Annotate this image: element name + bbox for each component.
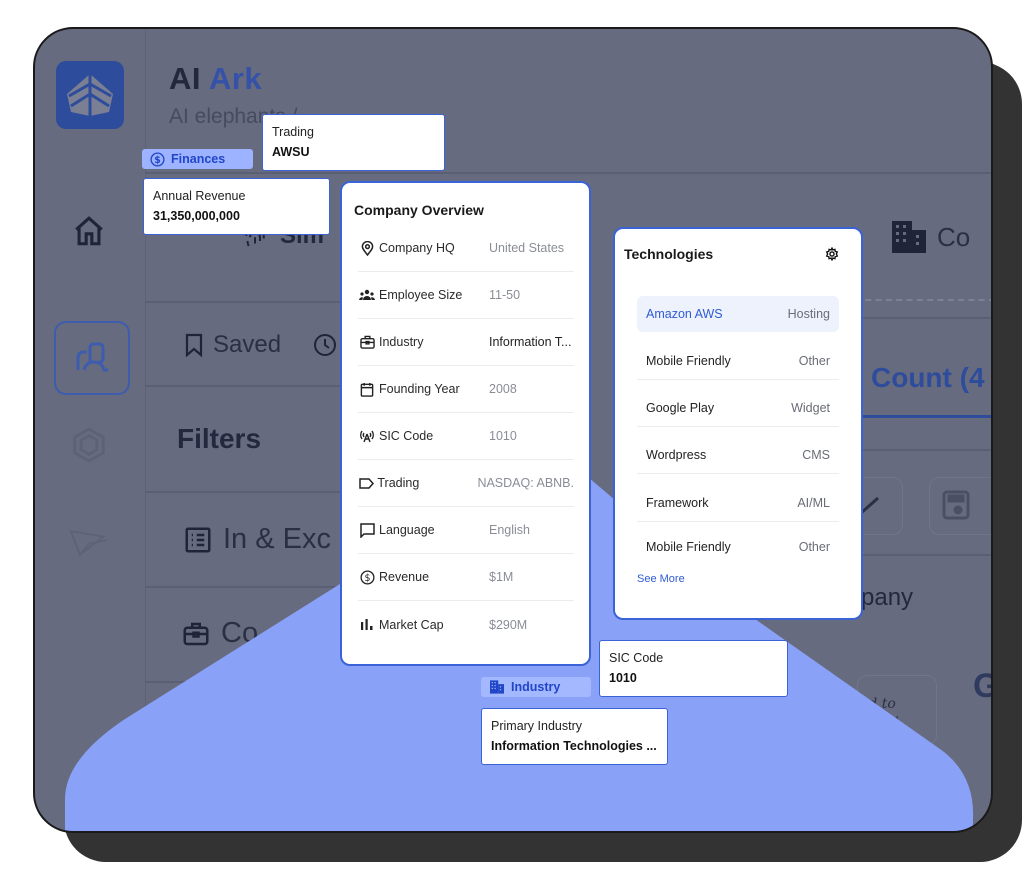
overview-key: SIC Code (379, 429, 434, 443)
tech-category: Other (798, 540, 830, 554)
overview-row-employee-size: Employee Size 11-50 (358, 272, 574, 319)
overview-row-trading: Trading NASDAQ: ABNB. (358, 460, 574, 507)
svg-text:$: $ (154, 154, 161, 165)
briefcase-icon (358, 333, 376, 351)
finances-chip-label: Finances (171, 152, 226, 166)
annual-revenue-card[interactable]: Annual Revenue 31,350,000,000 (143, 178, 330, 235)
tech-row-mobile-friendly-2[interactable]: Mobile Friendly Other (637, 529, 839, 565)
primary-industry-value: Information Technologies ... (491, 739, 657, 753)
overview-row-revenue: $ Revenue $1M (358, 554, 574, 601)
overview-key: Industry (379, 335, 424, 349)
see-more-link[interactable]: See More (637, 573, 685, 585)
annual-revenue-value: 31,350,000,000 (153, 209, 240, 223)
calendar-icon (358, 380, 376, 398)
industry-chip[interactable]: Industry (481, 677, 591, 697)
sic-code-value: 1010 (609, 671, 637, 685)
location-pin-icon (358, 239, 376, 257)
overview-value: 11-50 (489, 288, 521, 302)
tag-icon (358, 474, 374, 492)
company-overview-title: Company Overview (354, 202, 484, 218)
trading-card-value: AWSU (272, 145, 310, 159)
gear-icon[interactable] (825, 246, 839, 266)
overview-row-language: Language English (358, 507, 574, 554)
primary-industry-card[interactable]: Primary Industry Information Technologie… (481, 708, 668, 765)
primary-industry-label: Primary Industry (491, 719, 582, 733)
company-overview-card: Company Overview Company HQ United State… (340, 181, 591, 666)
tech-category: Hosting (787, 307, 830, 321)
overview-row-company-hq: Company HQ United States (358, 225, 574, 272)
overview-key: Company HQ (379, 241, 455, 255)
overview-value: 1010 (489, 429, 517, 443)
overview-key: Employee Size (379, 288, 463, 302)
tech-row-framework[interactable]: Framework AI/ML (637, 484, 839, 522)
overview-value: Information T... (489, 335, 572, 349)
overview-key: Market Cap (379, 617, 444, 632)
dollar-circle-icon: $ (358, 568, 376, 586)
app-window: AI Ark AI elephants / Sim Co Saved Filte… (33, 27, 993, 833)
tech-name: Amazon AWS (646, 307, 723, 321)
tech-name: Mobile Friendly (646, 353, 731, 368)
overview-row-sic-code: SIC Code 1010 (358, 413, 574, 460)
overview-row-market-cap: Market Cap $290M (358, 601, 574, 648)
technologies-card: Technologies Amazon AWS Hosting Mobile F… (613, 227, 863, 620)
chat-icon (358, 521, 376, 539)
tech-category: AI/ML (797, 495, 830, 510)
overview-value: $1M (489, 570, 514, 584)
svg-text:$: $ (364, 572, 370, 583)
bar-chart-icon (358, 616, 376, 634)
overview-key: Founding Year (379, 382, 460, 396)
tech-row-mobile-friendly[interactable]: Mobile Friendly Other (637, 342, 839, 380)
overview-key: Revenue (379, 570, 430, 584)
tech-name: Wordpress (646, 447, 707, 462)
annual-revenue-label: Annual Revenue (153, 189, 246, 203)
tech-row-google-play[interactable]: Google Play Widget (637, 389, 839, 427)
overview-value: $290M (489, 617, 528, 632)
antenna-icon (358, 427, 376, 445)
tech-row-amazon-aws[interactable]: Amazon AWS Hosting (637, 296, 839, 332)
overview-value: United States (489, 241, 565, 255)
overview-value: 2008 (489, 382, 517, 396)
building-icon (490, 680, 504, 694)
overview-value: NASDAQ: ABNB. (477, 476, 574, 490)
tech-name: Mobile Friendly (646, 540, 731, 554)
team-icon (358, 286, 376, 304)
tech-category: Widget (791, 400, 830, 415)
overview-key: Trading (377, 476, 420, 490)
dollar-circle-icon: $ (150, 151, 165, 167)
finances-chip[interactable]: $ Finances (142, 149, 253, 169)
tech-row-wordpress[interactable]: Wordpress CMS (637, 436, 839, 474)
sic-code-label: SIC Code (609, 651, 664, 665)
tech-name: Framework (646, 495, 709, 510)
overview-row-founding-year: Founding Year 2008 (358, 366, 574, 413)
technologies-title: Technologies (624, 246, 714, 262)
tech-category: Other (798, 353, 830, 368)
overview-key: Language (379, 523, 435, 537)
industry-chip-label: Industry (511, 680, 561, 694)
trading-card[interactable]: Trading AWSU (262, 114, 445, 171)
tech-category: CMS (802, 447, 830, 462)
trading-card-label: Trading (272, 125, 314, 139)
tech-name: Google Play (646, 400, 715, 415)
overview-row-industry: Industry Information T... (358, 319, 574, 366)
sic-code-card[interactable]: SIC Code 1010 (599, 640, 788, 697)
overview-value: English (489, 523, 530, 537)
